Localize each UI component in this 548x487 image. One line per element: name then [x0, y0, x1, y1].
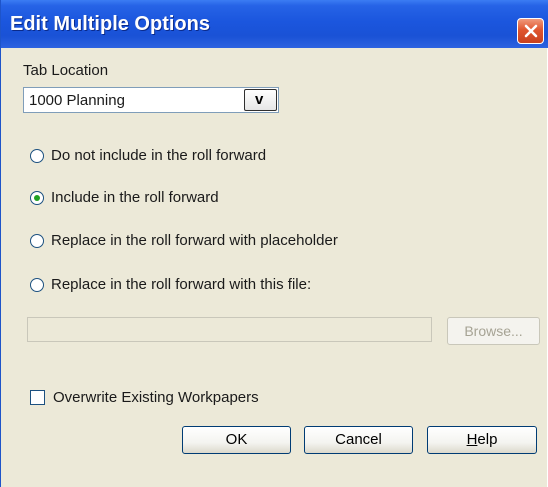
- window-title: Edit Multiple Options: [10, 13, 210, 35]
- radio-do-not-include-label[interactable]: Do not include in the roll forward: [51, 147, 266, 164]
- ok-button[interactable]: OK: [182, 426, 291, 454]
- radio-replace-file[interactable]: [30, 278, 44, 292]
- overwrite-label[interactable]: Overwrite Existing Workpapers: [53, 389, 259, 406]
- tab-location-value: 1000 Planning: [29, 92, 125, 109]
- edit-multiple-options-dialog: Edit Multiple Options Tab Location 1000 …: [0, 0, 548, 487]
- chevron-down-icon: v: [255, 91, 264, 108]
- tab-location-label: Tab Location: [23, 62, 109, 79]
- radio-replace-file-label[interactable]: Replace in the roll forward with this fi…: [51, 276, 311, 293]
- radio-replace-placeholder[interactable]: [30, 234, 44, 248]
- help-button[interactable]: Help: [427, 426, 537, 454]
- browse-button[interactable]: Browse...: [447, 317, 540, 345]
- radio-selected-dot: [34, 195, 40, 201]
- radio-do-not-include[interactable]: [30, 149, 44, 163]
- overwrite-checkbox[interactable]: [30, 390, 45, 405]
- radio-replace-placeholder-label[interactable]: Replace in the roll forward with placeho…: [51, 232, 338, 249]
- title-bar[interactable]: Edit Multiple Options: [1, 0, 548, 48]
- radio-include-label[interactable]: Include in the roll forward: [51, 189, 219, 206]
- tab-location-dropdown-button[interactable]: v: [244, 89, 277, 111]
- tab-location-combo[interactable]: 1000 Planning v: [23, 87, 279, 113]
- close-button[interactable]: [517, 18, 544, 44]
- close-icon: [524, 24, 538, 38]
- radio-include[interactable]: [30, 191, 44, 205]
- file-path-input[interactable]: [27, 317, 432, 342]
- cancel-button[interactable]: Cancel: [304, 426, 413, 454]
